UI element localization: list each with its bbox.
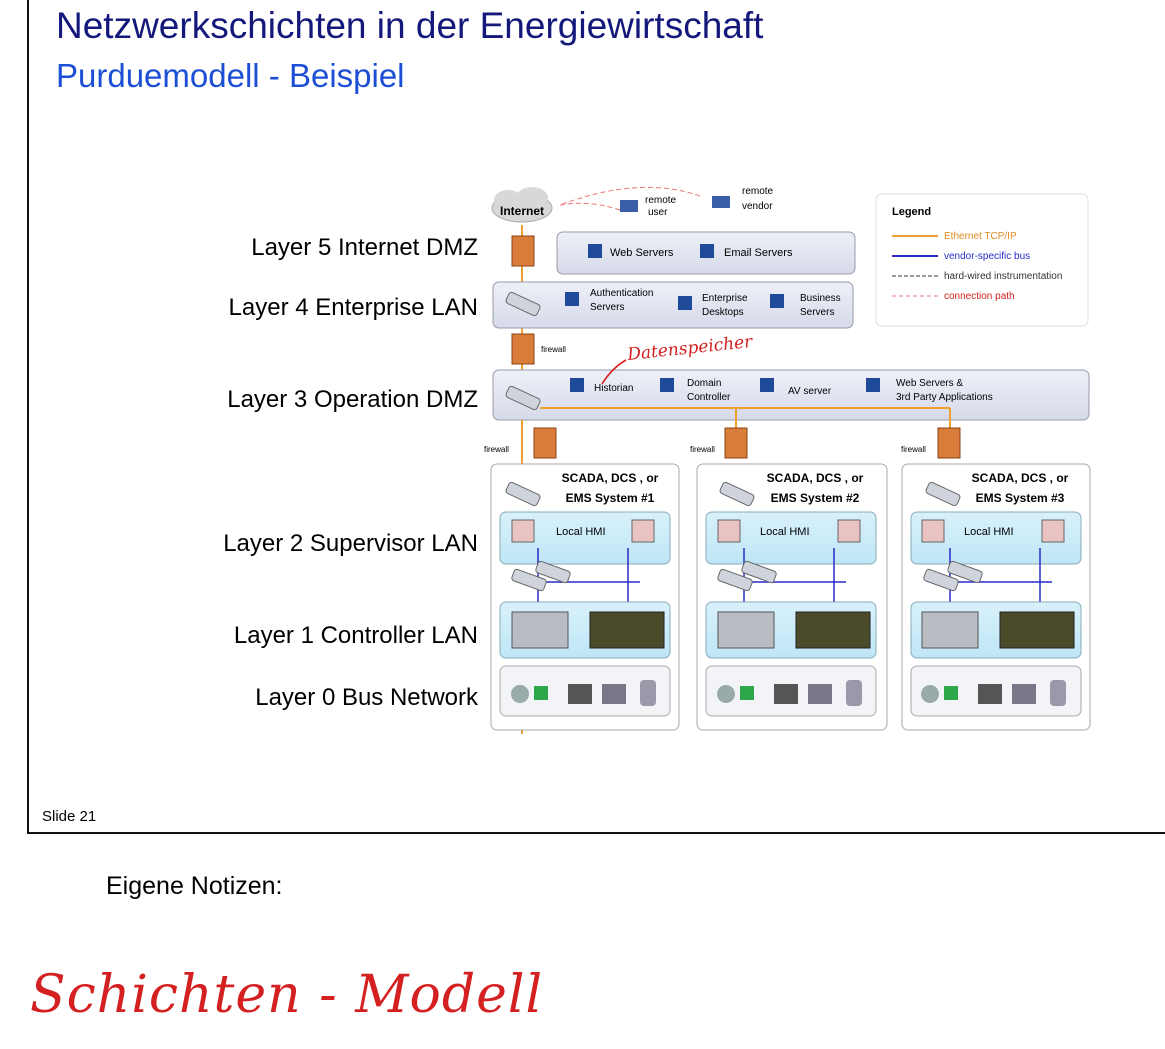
system-column-1: firewall SCADA, DCS , or EMS System #1 L… — [484, 420, 680, 731]
hmi-terminal-icon — [631, 519, 655, 543]
laptop-icon — [620, 200, 638, 212]
purdue-diagram: Internet remote user remote vendor Web S… — [484, 186, 1091, 734]
firewall-icon — [937, 427, 961, 459]
layer-3-label: Layer 3 Operation DMZ — [227, 386, 478, 413]
auth-servers-label-2: Servers — [590, 302, 624, 313]
firewall-icon — [533, 427, 557, 459]
server-icon — [565, 292, 579, 306]
valve-icon — [808, 684, 832, 704]
sensor-icon — [944, 686, 958, 700]
system-2-title-1: SCADA, DCS , or — [767, 471, 864, 485]
firewall-icon — [724, 427, 748, 459]
valve-icon — [717, 685, 735, 703]
local-hmi-label: Local HMI — [964, 526, 1014, 538]
web-servers-3rd-label-2: 3rd Party Applications — [896, 392, 993, 403]
web-servers-3rd-label-1: Web Servers & — [896, 378, 963, 389]
slide-subtitle: Purduemodell - Beispiel — [56, 57, 405, 94]
legend-bus-label: vendor-specific bus — [944, 251, 1030, 262]
server-icon — [760, 378, 774, 392]
server-icon — [700, 244, 714, 258]
remote-user-label-2: user — [648, 207, 668, 218]
email-servers-label: Email Servers — [724, 247, 793, 259]
desktop-icon — [678, 296, 692, 310]
remote-user-label-1: remote — [645, 195, 677, 206]
server-icon — [770, 294, 784, 308]
actuator-icon — [568, 684, 592, 704]
layer4-panel — [492, 281, 854, 329]
auth-servers-label-1: Authentication — [590, 288, 653, 299]
system-column-2: firewall SCADA, DCS , or EMS System #2 L… — [690, 408, 888, 731]
valve-icon — [921, 685, 939, 703]
domain-controller-label-1: Domain — [687, 378, 721, 389]
notes-heading: Eigene Notizen: — [106, 872, 283, 900]
server-icon — [866, 378, 880, 392]
slide-title: Netzwerkschichten in der Energiewirtscha… — [56, 5, 764, 46]
hmi-terminal-icon — [511, 519, 535, 543]
local-hmi-label: Local HMI — [760, 526, 810, 538]
valve-icon — [511, 685, 529, 703]
hmi-terminal-icon — [837, 519, 861, 543]
system-2-title-2: EMS System #2 — [771, 491, 860, 505]
actuator-icon — [978, 684, 1002, 704]
remote-vendor-label-2: vendor — [742, 201, 773, 212]
firewall-icon — [511, 235, 535, 267]
local-hmi-label: Local HMI — [556, 526, 606, 538]
layer-2-label: Layer 2 Supervisor LAN — [223, 530, 478, 557]
internet-label: Internet — [500, 204, 544, 218]
handwritten-annotation: Datenspeicher — [625, 332, 754, 365]
plc-rack-icon — [921, 611, 979, 649]
layer-5-label: Layer 5 Internet DMZ — [251, 234, 478, 261]
legend-path-label: connection path — [944, 291, 1015, 302]
firewall-label: firewall — [901, 445, 926, 454]
domain-controller-label-2: Controller — [687, 392, 731, 403]
business-servers-label-1: Business — [800, 293, 841, 304]
server-icon — [588, 244, 602, 258]
system-3-title-2: EMS System #3 — [976, 491, 1065, 505]
handwritten-note: Schichten - Modell — [30, 965, 544, 1025]
firewall-label: firewall — [541, 345, 566, 354]
legend-ethernet-label: Ethernet TCP/IP — [944, 231, 1017, 242]
io-module-icon — [795, 611, 871, 649]
slide-number: Slide 21 — [42, 808, 97, 825]
av-server-label: AV server — [788, 386, 832, 397]
sensor-icon — [534, 686, 548, 700]
firewall-label: firewall — [690, 445, 715, 454]
enterprise-desktops-label-1: Enterprise — [702, 293, 748, 304]
server-icon — [570, 378, 584, 392]
io-module-icon — [999, 611, 1075, 649]
web-servers-label: Web Servers — [610, 247, 674, 259]
io-module-icon — [589, 611, 665, 649]
actuator-icon — [774, 684, 798, 704]
system-1-title-1: SCADA, DCS , or — [562, 471, 659, 485]
firewall-icon — [511, 333, 535, 365]
connection-path-line — [559, 202, 621, 211]
sensor-icon — [740, 686, 754, 700]
legend-title: Legend — [892, 206, 931, 218]
laptop-icon — [712, 196, 730, 208]
system-3-title-1: SCADA, DCS , or — [972, 471, 1069, 485]
hmi-terminal-icon — [717, 519, 741, 543]
hmi-terminal-icon — [1041, 519, 1065, 543]
tank-icon — [846, 680, 862, 706]
enterprise-desktops-label-2: Desktops — [702, 307, 744, 318]
layer-1-label: Layer 1 Controller LAN — [233, 622, 478, 649]
system-1-title-2: EMS System #1 — [566, 491, 655, 505]
system-column-3: firewall SCADA, DCS , or EMS System #3 L… — [901, 408, 1091, 731]
layer-0-label: Layer 0 Bus Network — [255, 684, 478, 711]
legend-hardwired-label: hard-wired instrumentation — [944, 271, 1062, 282]
business-servers-label-2: Servers — [800, 307, 834, 318]
valve-icon — [1012, 684, 1036, 704]
plc-rack-icon — [717, 611, 775, 649]
historian-label: Historian — [594, 383, 633, 394]
remote-vendor-label-1: remote — [742, 186, 774, 197]
plc-rack-icon — [511, 611, 569, 649]
server-icon — [660, 378, 674, 392]
hmi-terminal-icon — [921, 519, 945, 543]
valve-icon — [602, 684, 626, 704]
tank-icon — [640, 680, 656, 706]
tank-icon — [1050, 680, 1066, 706]
layer-4-label: Layer 4 Enterprise LAN — [228, 294, 478, 321]
firewall-label: firewall — [484, 445, 509, 454]
